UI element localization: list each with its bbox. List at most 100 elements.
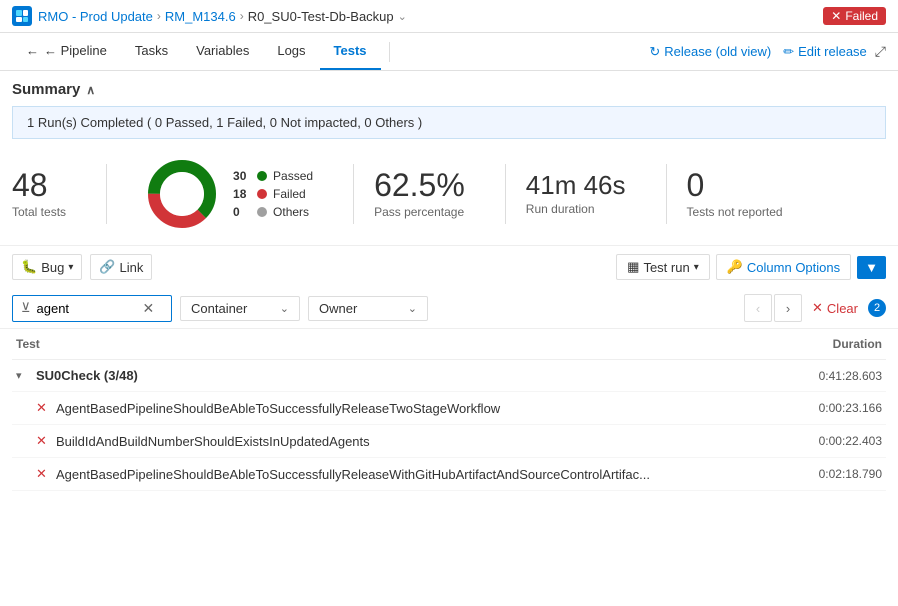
- pass-pct-value: 62.5%: [374, 169, 465, 201]
- test-name: BuildIdAndBuildNumberShouldExistsInUpdat…: [56, 434, 370, 449]
- breadcrumb-chevron-icon[interactable]: ⌄: [398, 10, 407, 23]
- others-dot: [257, 207, 267, 217]
- container-filter[interactable]: Container ⌄: [180, 296, 300, 321]
- column-options-button[interactable]: 🔑 Column Options: [716, 254, 851, 280]
- row-test-child-1: ✕ AgentBasedPipelineShouldBeAbleToSucces…: [16, 400, 782, 416]
- row-duration-3: 0:02:18.790: [782, 467, 882, 481]
- column-opts-icon: 🔑: [727, 259, 743, 275]
- others-count: 0: [233, 205, 251, 219]
- owner-label: Owner: [319, 301, 357, 316]
- next-page-button[interactable]: ›: [774, 294, 802, 322]
- not-reported-label: Tests not reported: [687, 205, 783, 219]
- bug-icon: 🐛: [21, 259, 37, 275]
- donut-legend: 30 Passed 18 Failed 0 Others: [233, 169, 313, 219]
- row-test-child-2: ✕ BuildIdAndBuildNumberShouldExistsInUpd…: [16, 433, 782, 449]
- tab-tasks[interactable]: Tasks: [121, 33, 182, 70]
- group-label: SU0Check (3/48): [36, 368, 138, 383]
- stat-divider-3: [505, 164, 506, 224]
- search-clear-icon[interactable]: ✕: [143, 300, 155, 317]
- row-test-group: ▾ SU0Check (3/48): [16, 368, 782, 383]
- fail-icon: ✕: [36, 433, 50, 449]
- legend-failed: 18 Failed: [233, 187, 313, 201]
- filter-funnel-icon: ⊻: [21, 300, 31, 316]
- row-duration-1: 0:00:23.166: [782, 401, 882, 415]
- search-input[interactable]: [37, 301, 137, 316]
- link-icon: 🔗: [99, 259, 115, 275]
- filter-row: ⊻ ✕ Container ⌄ Owner ⌄ ‹ › ✕ Clear 2: [0, 288, 898, 329]
- donut-chart: [147, 159, 217, 229]
- not-reported-value: 0: [687, 169, 705, 201]
- row-duration-0: 0:41:28.603: [782, 369, 882, 383]
- release-old-label: Release (old view): [664, 44, 771, 59]
- row-test-child-3: ✕ AgentBasedPipelineShouldBeAbleToSucces…: [16, 466, 782, 482]
- tab-logs-label: Logs: [277, 43, 305, 58]
- expand-row-icon[interactable]: ▾: [16, 369, 30, 382]
- table-row[interactable]: ✕ AgentBasedPipelineShouldBeAbleToSucces…: [12, 458, 886, 491]
- toolbar: 🐛 Bug ▾ 🔗 Link ▦ Test run ▾ 🔑 Column Opt…: [0, 245, 898, 288]
- tab-tests[interactable]: Tests: [320, 33, 381, 70]
- info-bar-text: 1 Run(s) Completed ( 0 Passed, 1 Failed,…: [27, 115, 422, 130]
- link-label: Link: [120, 260, 144, 275]
- passed-label: Passed: [273, 169, 313, 183]
- passed-count: 30: [233, 169, 251, 183]
- back-arrow-icon: ←: [26, 43, 39, 58]
- table-row[interactable]: ✕ BuildIdAndBuildNumberShouldExistsInUpd…: [12, 425, 886, 458]
- expand-button[interactable]: ⤢: [875, 43, 886, 60]
- edit-icon: ✏: [783, 44, 794, 60]
- col-header-duration: Duration: [782, 337, 882, 351]
- nav-tabs: ← ← Pipeline Tasks Variables Logs Tests …: [0, 33, 898, 71]
- pagination-arrows: ‹ › ✕ Clear 2: [744, 294, 886, 322]
- summary-header[interactable]: Summary ∧: [12, 81, 886, 98]
- info-bar: 1 Run(s) Completed ( 0 Passed, 1 Failed,…: [12, 106, 886, 139]
- refresh-icon: ↻: [649, 44, 660, 60]
- edit-release-label: Edit release: [798, 44, 867, 59]
- stat-divider-4: [666, 164, 667, 224]
- clear-button[interactable]: ✕ Clear: [804, 296, 866, 320]
- failed-x-icon: ✕: [831, 9, 841, 23]
- failed-label: Failed: [273, 187, 306, 201]
- tab-logs[interactable]: Logs: [263, 33, 319, 70]
- total-tests-label: Total tests: [12, 205, 66, 219]
- bug-chevron-icon: ▾: [68, 262, 73, 273]
- breadcrumb-pipeline[interactable]: RM_M134.6: [165, 9, 236, 24]
- breadcrumb-sep-1: ›: [157, 9, 161, 23]
- tab-pipeline-label: ← Pipeline: [44, 43, 107, 58]
- stat-divider-1: [106, 164, 107, 224]
- link-button[interactable]: 🔗 Link: [90, 254, 152, 280]
- donut-chart-area: 30 Passed 18 Failed 0 Others: [127, 159, 333, 229]
- legend-others: 0 Others: [233, 205, 313, 219]
- table-row[interactable]: ✕ AgentBasedPipelineShouldBeAbleToSucces…: [12, 392, 886, 425]
- test-run-label: Test run: [643, 260, 689, 275]
- row-duration-2: 0:00:22.403: [782, 434, 882, 448]
- column-options-label: Column Options: [747, 260, 840, 275]
- release-old-link[interactable]: ↻ Release (old view): [649, 44, 771, 60]
- col-header-test: Test: [16, 337, 782, 351]
- bug-button[interactable]: 🐛 Bug ▾: [12, 254, 82, 280]
- run-duration-label: Run duration: [526, 202, 595, 216]
- nav-right: ↻ Release (old view) ✏ Edit release: [649, 44, 866, 60]
- bug-label: Bug: [41, 260, 64, 275]
- passed-dot: [257, 171, 267, 181]
- container-label: Container: [191, 301, 247, 316]
- breadcrumb-current-label: R0_SU0-Test-Db-Backup: [248, 9, 394, 24]
- clear-label: Clear: [827, 301, 858, 316]
- test-run-icon: ▦: [627, 259, 639, 275]
- fail-icon: ✕: [36, 400, 50, 416]
- run-duration-value: 41m 46s: [526, 172, 626, 198]
- total-tests-count: 48: [12, 169, 48, 201]
- status-badge-label: Failed: [845, 9, 878, 23]
- breadcrumb-org[interactable]: RMO - Prod Update: [38, 9, 153, 24]
- test-run-button[interactable]: ▦ Test run ▾: [616, 254, 710, 280]
- tab-variables[interactable]: Variables: [182, 33, 263, 70]
- prev-page-button[interactable]: ‹: [744, 294, 772, 322]
- failed-count: 18: [233, 187, 251, 201]
- table-row[interactable]: ▾ SU0Check (3/48) 0:41:28.603: [12, 360, 886, 392]
- app-logo: [12, 6, 32, 26]
- filter-button[interactable]: ▼: [857, 256, 886, 279]
- fail-icon: ✕: [36, 466, 50, 482]
- owner-filter[interactable]: Owner ⌄: [308, 296, 428, 321]
- test-table: Test Duration ▾ SU0Check (3/48) 0:41:28.…: [0, 329, 898, 491]
- tab-pipeline[interactable]: ← ← Pipeline: [12, 33, 121, 70]
- edit-release-link[interactable]: ✏ Edit release: [783, 44, 867, 60]
- owner-chevron-icon: ⌄: [408, 302, 417, 315]
